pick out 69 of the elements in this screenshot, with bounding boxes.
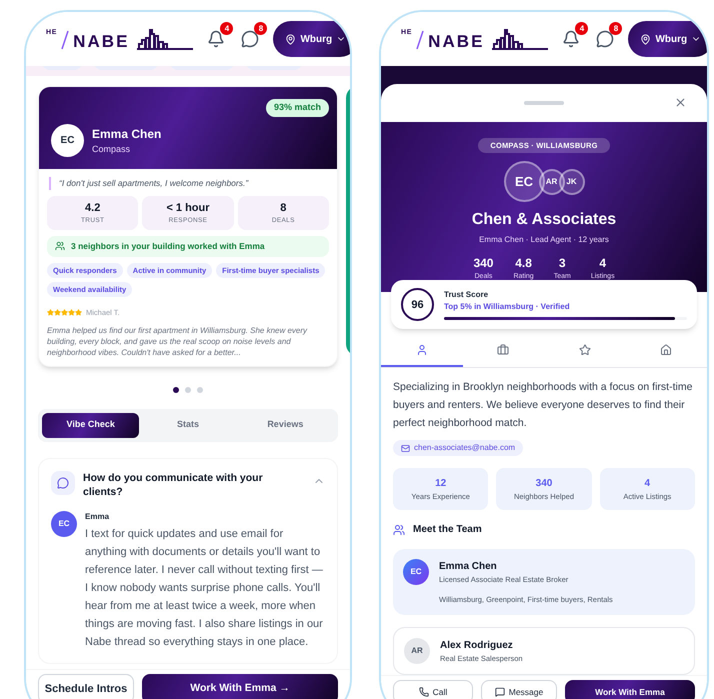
message-badge: 8 [609, 22, 622, 35]
stat-value: 3 [558, 255, 566, 272]
notification-badge: 4 [220, 22, 234, 35]
tab[interactable]: Stats [139, 412, 237, 438]
skyline-icon [137, 28, 194, 50]
avatar: AR [538, 168, 564, 195]
member-name: Emma Chen [439, 560, 498, 574]
avatar: EC [51, 124, 84, 157]
neighbors-note: 3 neighbors in your building worked with Emma [47, 236, 329, 257]
bell-icon[interactable] [207, 30, 226, 48]
trust-title: Trust Score [444, 289, 490, 302]
tab[interactable]: Vibe Check [42, 412, 140, 438]
logo-text: NABE [73, 33, 130, 50]
notification-badge: 4 [575, 22, 588, 35]
person-icon [416, 344, 428, 356]
work-with-button[interactable]: Work With Emma [565, 680, 695, 699]
pin-icon [640, 34, 652, 44]
match-badge: 93% match [266, 99, 329, 116]
slash-icon [416, 30, 424, 50]
member-name: Alex Rodriguez [440, 638, 514, 653]
tab[interactable]: Reviews [236, 412, 334, 438]
email-chip[interactable]: chen-associates@nabe.com [393, 440, 524, 456]
stat-value: 4.8 [515, 255, 532, 272]
chat-icon[interactable] [241, 30, 260, 48]
team-name: Chen & Associates [472, 210, 616, 230]
agent-name: Emma Chen [92, 126, 162, 143]
avatar: EC [51, 510, 77, 536]
chat-icon[interactable] [596, 30, 614, 48]
call-button[interactable]: Call [393, 680, 473, 699]
location-button[interactable]: Wburg [628, 21, 707, 57]
avatar: EC [403, 559, 429, 586]
pin-icon [285, 34, 296, 44]
home-icon [660, 344, 672, 356]
location-button[interactable]: Wburg [273, 21, 350, 57]
avatar: AR [404, 638, 430, 664]
briefcase-icon [497, 344, 510, 356]
team-subtitle: Emma Chen · Lead Agent · 12 years [479, 234, 609, 246]
close-icon[interactable] [674, 96, 687, 109]
schedule-button[interactable]: Schedule Intros [38, 674, 134, 699]
work-with-button[interactable]: Work With Emma → [142, 674, 338, 699]
trust-detail: Top 5% in Williamsburg · Verified [444, 301, 571, 314]
trust-score-ring: 96 [401, 288, 434, 322]
skyline-icon [492, 28, 548, 50]
section-title: Meet the Team [413, 523, 482, 538]
phone-icon [418, 687, 429, 697]
chat-bubble-icon [57, 476, 69, 488]
star-icon [578, 344, 591, 356]
mail-icon [401, 444, 410, 453]
logo-text: NABE [428, 33, 484, 50]
people-icon [55, 241, 65, 252]
answer-author: Emma [85, 510, 110, 522]
agent-card[interactable] [38, 86, 338, 366]
agent-company: Compass [92, 142, 132, 156]
bio-text: Specializing in Brooklyn neighborhoods with a focus on first-time buyers and renters. We believe everyone deserves to find their perfect neighborhood match. [392, 380, 694, 432]
message-icon [494, 687, 505, 697]
answer-text: I text for quick updates and use email for anything with documents or details you'll want to reference later. I never call without texting first — I know nobody wants surprise phone calls. You'll hear from me at least twice a week, more when things are moving fast. I also share listings in our Nabe thread so everything stays in one place. [85, 526, 324, 650]
stat-value: 340 [473, 255, 494, 272]
bell-icon[interactable] [562, 30, 580, 48]
message-button[interactable]: Message [481, 680, 557, 699]
message-badge: 8 [254, 22, 268, 35]
drag-handle[interactable] [524, 101, 564, 105]
avatar: EC [504, 161, 544, 202]
avatar: JK [558, 168, 584, 195]
slash-icon [61, 30, 70, 50]
people-icon [393, 524, 405, 536]
stat-value: 4 [599, 255, 606, 272]
agent-quote: “I don't just sell apartments, I welcome neighbors.” [49, 177, 329, 190]
question-title: How do you communicate with your clients? [83, 470, 264, 498]
review-text: Emma helped us find our first apartment in Williamsburg. She knew every building, every block, and gave us the real scoop on noise levels and neighborhood vibes. Couldn't have asked for a better... [47, 324, 308, 358]
